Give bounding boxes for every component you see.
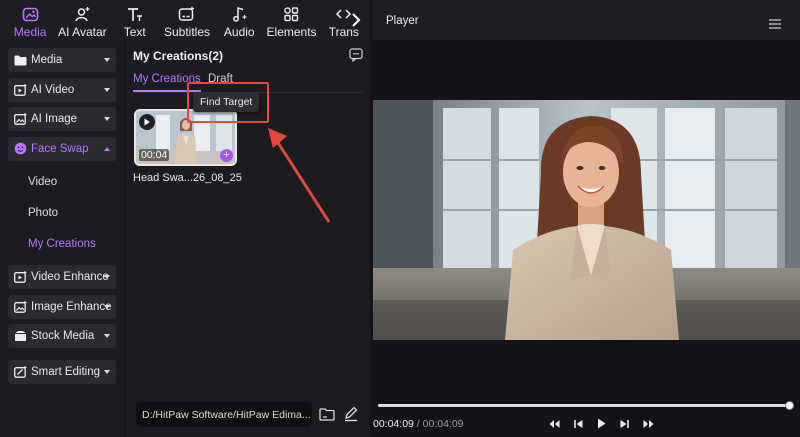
- sidebar-item-label: Image Enhance: [31, 300, 112, 313]
- playhead-handle[interactable]: [785, 401, 794, 410]
- step-forward-icon[interactable]: [620, 419, 629, 429]
- sidebar-item-label: AI Image: [31, 113, 78, 125]
- hamburger-menu-icon[interactable]: [769, 16, 781, 34]
- thumbnail-filename: Head Swa...26_08_25: [133, 172, 242, 184]
- tool-media[interactable]: Media: [4, 0, 56, 40]
- current-time: 00:04:09: [373, 418, 414, 430]
- annotation-highlight-box: [187, 82, 269, 123]
- sidebar-item-video-enhance[interactable]: Video Enhance: [8, 265, 116, 289]
- smart-editing-icon: [13, 365, 27, 379]
- rewind-icon[interactable]: [549, 419, 560, 429]
- tool-label: Audio: [223, 25, 255, 39]
- total-time: 00:04:09: [422, 418, 464, 430]
- tool-label: Text: [123, 25, 146, 39]
- chevron-down-icon: [104, 275, 110, 279]
- stock-media-icon: [13, 329, 27, 343]
- chevron-right-icon[interactable]: [348, 10, 364, 30]
- sidebar-item-label: Smart Editing: [31, 365, 101, 378]
- playback-controls: [549, 418, 654, 429]
- sidebar-item-ai-image[interactable]: AI Image: [8, 107, 116, 131]
- open-folder-icon[interactable]: [319, 407, 335, 426]
- face-swap-icon: [13, 142, 27, 156]
- chevron-down-icon: [104, 369, 110, 374]
- sidebar-item-smart-editing[interactable]: Smart Editing: [8, 359, 116, 384]
- sidebar-subitem-my-creations[interactable]: My Creations: [8, 228, 124, 259]
- media-icon: [22, 6, 39, 23]
- sidebar-item-label: Media: [31, 54, 63, 66]
- image-enhance-icon: [13, 300, 27, 314]
- playback-progress-bar[interactable]: [378, 404, 789, 407]
- text-icon: [126, 6, 143, 23]
- fast-forward-icon[interactable]: [643, 419, 654, 429]
- chevron-up-icon: [104, 146, 110, 151]
- creations-panel: My Creations(2) My Creations Draft 00:04…: [124, 40, 370, 437]
- sidebar-item-label: Face Swap: [31, 142, 89, 155]
- folder-icon: [13, 53, 27, 67]
- top-toolbar: Media AI Avatar Text Subtitles Audio Ele…: [0, 0, 370, 40]
- sidebar-subitem-video[interactable]: Video: [8, 166, 124, 197]
- ai-image-icon: [13, 112, 27, 126]
- player-title: Player: [386, 15, 419, 27]
- timecode: 00:04:09 / 00:04:09: [373, 418, 464, 430]
- ai-avatar-icon: [74, 6, 91, 23]
- sidebar-item-stock-media[interactable]: Stock Media: [8, 324, 116, 348]
- play-icon[interactable]: [139, 114, 155, 130]
- subtitles-icon: [178, 6, 195, 23]
- feedback-icon[interactable]: [349, 48, 363, 67]
- tool-label: Subtitles: [163, 25, 210, 39]
- player-header: Player: [373, 0, 800, 40]
- time-separator: /: [413, 418, 423, 430]
- left-sidebar: Media AI Video AI Image Face Swap Video …: [0, 40, 124, 437]
- ai-video-icon: [13, 83, 27, 97]
- chevron-down-icon: [104, 87, 110, 92]
- tool-text[interactable]: Text: [109, 0, 161, 40]
- audio-icon: [231, 6, 248, 23]
- sidebar-item-media[interactable]: Media: [8, 48, 116, 72]
- edit-path-icon[interactable]: [343, 406, 359, 427]
- sidebar-item-label: Video Enhance: [31, 271, 109, 283]
- chevron-down-icon: [104, 117, 110, 121]
- tool-label: AI Avatar: [58, 25, 107, 39]
- sidebar-item-label: AI Video: [31, 83, 75, 96]
- play-icon[interactable]: [597, 418, 606, 429]
- output-path-field[interactable]: D:/HitPaw Software/HitPaw Edima...: [136, 402, 312, 427]
- video-preview[interactable]: [373, 100, 800, 340]
- elements-icon: [283, 6, 300, 23]
- sidebar-item-label: Stock Media: [31, 330, 95, 342]
- annotation-arrow-icon: [268, 128, 331, 223]
- thumbnail-duration: 00:04: [139, 149, 170, 161]
- tool-ai-avatar[interactable]: AI Avatar: [56, 0, 108, 40]
- panel-title: My Creations(2): [133, 49, 224, 63]
- chevron-down-icon: [104, 334, 110, 338]
- video-enhance-icon: [13, 270, 27, 284]
- player-panel: Player 00:04:09 / 00:04:09: [373, 0, 800, 437]
- tool-elements[interactable]: Elements: [265, 0, 317, 40]
- tool-audio[interactable]: Audio: [213, 0, 265, 40]
- chevron-down-icon: [104, 58, 110, 62]
- tool-label: Media: [13, 25, 47, 39]
- sidebar-item-face-swap[interactable]: Face Swap: [8, 136, 116, 161]
- sidebar-item-ai-video[interactable]: AI Video: [8, 77, 116, 102]
- tool-label: Elements: [266, 25, 317, 39]
- sidebar-item-image-enhance[interactable]: Image Enhance: [8, 294, 116, 319]
- video-frame-image: [373, 100, 800, 340]
- step-back-icon[interactable]: [574, 419, 583, 429]
- sidebar-subitem-photo[interactable]: Photo: [8, 197, 124, 228]
- tool-subtitles[interactable]: Subtitles: [161, 0, 213, 40]
- chevron-down-icon: [104, 304, 110, 309]
- add-to-timeline-icon[interactable]: +: [220, 149, 233, 162]
